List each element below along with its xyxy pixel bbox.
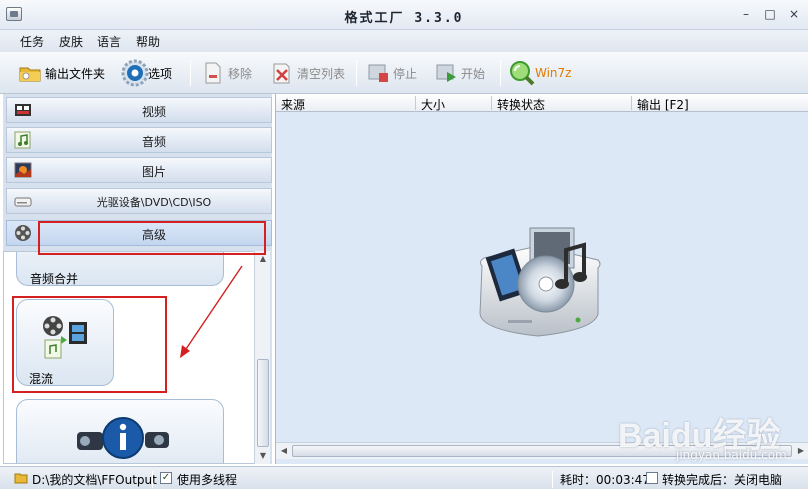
menu-task[interactable]: 任务 [20,33,44,50]
output-path[interactable]: D:\我的文档\FFOutput [32,471,157,488]
column-output[interactable]: 输出 [F2] [637,96,689,113]
magnifier-icon [508,61,535,86]
output-folder-icon [14,472,28,487]
clear-list-icon [270,61,294,85]
status-separator [152,471,153,488]
column-size[interactable]: 大小 [421,96,445,113]
highlight-box-mux [12,296,167,393]
menu-skin[interactable]: 皮肤 [59,33,83,50]
task-list-header: 来源 大小 转换状态 输出 [F2] [276,94,808,112]
start-icon [434,61,458,85]
scroll-thumb[interactable] [257,359,269,447]
scroll-left-arrow-icon[interactable]: ◀ [278,445,290,457]
column-source[interactable]: 来源 [281,96,305,113]
toolbar-separator [356,60,357,86]
multithread-label: 使用多线程 [177,473,238,487]
media-info-tile[interactable] [16,399,224,463]
elapsed-time: 耗时：00:03:47 [560,473,650,487]
gear-icon [121,59,149,87]
toolbar-separator [500,60,501,86]
close-button[interactable]: × [786,6,802,22]
win7z-button[interactable]: Win7z [508,60,571,86]
format-factory-logo-icon [474,222,604,341]
options-button[interactable]: 选项 [121,59,172,87]
picture-icon [14,161,32,179]
annotation-arrow-icon [180,265,243,358]
media-info-icon [75,414,171,463]
minimize-button[interactable]: – [738,6,754,22]
watermark: Baidu经验 jingyan.baidu.com [618,400,804,466]
status-separator [552,471,553,488]
watermark-sub: jingyan.baidu.com [676,448,787,462]
folder-icon [18,61,42,85]
category-image[interactable]: 图片 [6,157,272,183]
after-convert-checkbox[interactable] [646,472,658,484]
column-divider [415,96,416,110]
multithread-checkbox[interactable]: ✓ [160,472,172,484]
column-divider [631,96,632,110]
audio-merge-label: 音频合并 [30,272,79,286]
window-title: 格式工厂 3.3.0 [344,11,464,26]
category-dvd-cd-iso[interactable]: 光驱设备\DVD\CD\ISO [6,188,272,214]
category-audio[interactable]: 音频 [6,127,272,153]
toolbar-separator [190,60,191,86]
remove-button[interactable]: 移除 [201,60,252,86]
after-convert-label: 转换完成后：关闭电脑 [662,473,783,487]
maximize-button[interactable]: □ [762,6,778,22]
start-button[interactable]: 开始 [434,60,485,86]
stop-button[interactable]: 停止 [366,60,417,86]
title-bar: 格式工厂 3.3.0 – □ × [0,0,808,30]
menu-language[interactable]: 语言 [97,33,121,50]
category-video[interactable]: 视频 [6,97,272,123]
film-reel-icon [14,224,32,242]
optical-drive-icon [14,192,32,210]
film-icon [14,101,32,119]
toolbar: 输出文件夹 选项 移除 清空列表 停止 开始 Win7z [0,52,808,94]
document-remove-icon [201,61,225,85]
stop-icon [366,61,390,85]
highlight-box-advanced [38,221,266,255]
status-bar: D:\我的文档\FFOutput ✓ 使用多线程 耗时：00:03:47 转换完… [0,466,808,489]
column-status[interactable]: 转换状态 [497,96,545,113]
clear-list-button[interactable]: 清空列表 [270,60,345,86]
scroll-down-arrow-icon[interactable]: ▼ [257,450,269,462]
menu-bar: 任务 皮肤 语言 帮助 [0,30,808,52]
menu-help[interactable]: 帮助 [136,33,160,50]
column-divider [491,96,492,110]
music-note-icon [14,131,32,149]
output-folder-button[interactable]: 输出文件夹 [18,60,105,86]
panel-scrollbar[interactable]: ▲ ▼ [254,251,270,464]
